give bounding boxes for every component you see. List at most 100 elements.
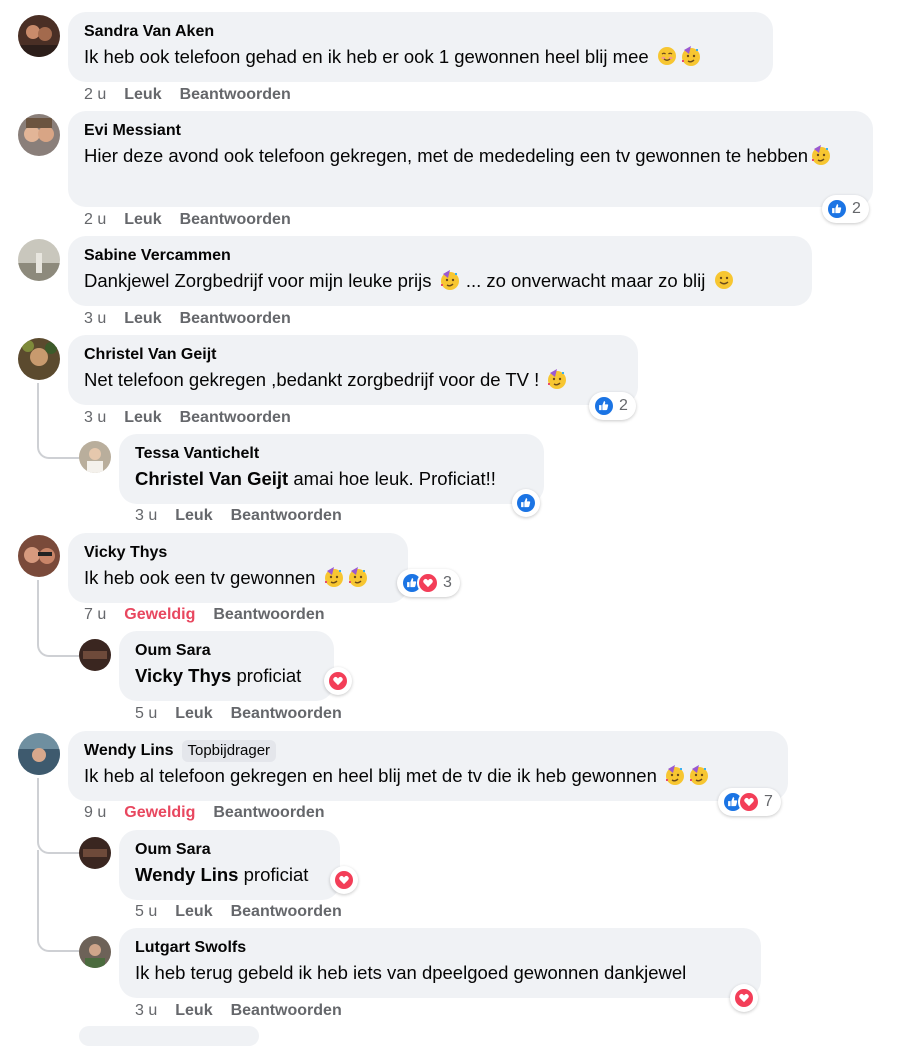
- commenter-name[interactable]: Sandra Van Aken: [84, 21, 757, 43]
- commenter-name[interactable]: Lutgart Swolfs: [135, 937, 745, 959]
- comment-bubble: Sabine Vercammen Dankjewel Zorgbedrijf v…: [68, 236, 812, 306]
- comment-bubble: Sandra Van Aken Ik heb ook telefoon geha…: [68, 12, 773, 82]
- party-face-icon: [811, 144, 831, 166]
- comment-meta: 3 u Leuk Beantwoorden: [84, 408, 309, 428]
- avatar[interactable]: [18, 15, 60, 57]
- status-badge: Topbijdrager: [181, 740, 277, 762]
- reply-action[interactable]: Beantwoorden: [180, 211, 291, 228]
- comment-text: Hier deze avond ook telefoon gekregen, m…: [84, 142, 857, 169]
- love-action[interactable]: Geweldig: [124, 804, 195, 821]
- reply-action[interactable]: Beantwoorden: [213, 606, 324, 623]
- reply-action[interactable]: Beantwoorden: [231, 705, 342, 722]
- commenter-name[interactable]: Sabine Vercammen: [84, 245, 796, 267]
- party-face-icon: [665, 764, 685, 786]
- timestamp[interactable]: 3 u: [84, 409, 106, 426]
- comment-bubble: Vicky Thys Ik heb ook een tv gewonnen: [68, 533, 408, 603]
- reply-bubble: Oum Sara Vicky Thys proficiat: [119, 631, 334, 701]
- love-action[interactable]: Geweldig: [124, 606, 195, 623]
- reply-action[interactable]: Beantwoorden: [180, 86, 291, 103]
- like-action[interactable]: Leuk: [124, 409, 161, 426]
- commenter-name[interactable]: Christel Van Geijt: [84, 344, 622, 366]
- comment-text: Net telefoon gekregen ,bedankt zorgbedri…: [84, 366, 622, 393]
- timestamp[interactable]: 3 u: [135, 507, 157, 524]
- like-action[interactable]: Leuk: [124, 86, 161, 103]
- like-action[interactable]: Leuk: [124, 310, 161, 327]
- love-reaction-icon: [327, 670, 349, 692]
- comment-text: Ik heb al telefoon gekregen en heel blij…: [84, 762, 772, 789]
- reply-action[interactable]: Beantwoorden: [180, 409, 291, 426]
- commenter-name[interactable]: Oum Sara: [135, 640, 318, 662]
- reply-action[interactable]: Beantwoorden: [180, 310, 291, 327]
- reaction-summary[interactable]: [512, 489, 540, 517]
- avatar[interactable]: [79, 837, 111, 869]
- commenter-name[interactable]: Oum Sara: [135, 839, 324, 861]
- commenter-name[interactable]: Tessa Vantichelt: [135, 443, 528, 465]
- reply-bubble: Lutgart Swolfs Ik heb terug gebeld ik he…: [119, 928, 761, 998]
- like-action[interactable]: Leuk: [124, 211, 161, 228]
- avatar[interactable]: [79, 441, 111, 473]
- reaction-summary[interactable]: 2: [822, 195, 869, 223]
- party-face-icon: [681, 45, 701, 67]
- smiling-face-icon: [713, 270, 734, 290]
- comment-meta: 5 u Leuk Beantwoorden: [135, 704, 360, 724]
- avatar[interactable]: [79, 936, 111, 968]
- like-action[interactable]: Leuk: [175, 507, 212, 524]
- reply-action[interactable]: Beantwoorden: [231, 1002, 342, 1019]
- timestamp[interactable]: 5 u: [135, 903, 157, 920]
- party-face-icon: [689, 764, 709, 786]
- reply-action[interactable]: Beantwoorden: [213, 804, 324, 821]
- timestamp[interactable]: 3 u: [84, 310, 106, 327]
- party-face-icon: [547, 368, 568, 390]
- reaction-summary[interactable]: [730, 984, 758, 1012]
- like-action[interactable]: Leuk: [175, 903, 212, 920]
- smiling-face-icon: [657, 46, 677, 66]
- comment-meta: 7 u Geweldig Beantwoorden: [84, 605, 343, 625]
- avatar[interactable]: [18, 338, 60, 380]
- timestamp[interactable]: 2 u: [84, 86, 106, 103]
- mention-link[interactable]: Christel Van Geijt: [135, 468, 288, 489]
- reply-action[interactable]: Beantwoorden: [231, 903, 342, 920]
- comment-text: Christel Van Geijt amai hoe leuk. Profic…: [135, 468, 496, 489]
- comment-text: Ik heb terug gebeld ik heb iets van dpee…: [135, 962, 687, 983]
- party-face-icon: [347, 566, 368, 588]
- avatar[interactable]: [18, 239, 60, 281]
- comment-text: Wendy Lins proficiat: [135, 864, 309, 885]
- comment-text: Ik heb ook telefoon gehad en ik heb er o…: [84, 43, 757, 70]
- mention-link[interactable]: Wendy Lins: [135, 864, 238, 885]
- reaction-summary[interactable]: [330, 866, 358, 894]
- reply-bubble: [79, 1026, 259, 1046]
- reaction-summary[interactable]: 7: [718, 788, 781, 816]
- comment-text: Dankjewel Zorgbedrijf voor mijn leuke pr…: [84, 267, 796, 294]
- comment-meta: 9 u Geweldig Beantwoorden: [84, 803, 343, 823]
- avatar[interactable]: [18, 535, 60, 577]
- like-action[interactable]: Leuk: [175, 1002, 212, 1019]
- reaction-summary[interactable]: [324, 667, 352, 695]
- comment-meta: 3 u Leuk Beantwoorden: [135, 1001, 360, 1021]
- comment-meta: 2 u Leuk Beantwoorden: [84, 210, 309, 230]
- reply-action[interactable]: Beantwoorden: [231, 507, 342, 524]
- reaction-summary[interactable]: 3: [397, 569, 460, 597]
- timestamp[interactable]: 9 u: [84, 804, 106, 821]
- party-face-icon: [323, 566, 344, 588]
- avatar[interactable]: [18, 114, 60, 156]
- commenter-name[interactable]: Vicky Thys: [84, 542, 392, 564]
- commenter-name[interactable]: Evi Messiant: [84, 120, 857, 142]
- thread-line: [37, 850, 81, 952]
- love-reaction-icon: [738, 791, 760, 813]
- reaction-summary[interactable]: 2: [589, 392, 636, 420]
- comment-meta: 5 u Leuk Beantwoorden: [135, 902, 360, 922]
- party-face-icon: [439, 269, 460, 291]
- timestamp[interactable]: 5 u: [135, 705, 157, 722]
- timestamp[interactable]: 7 u: [84, 606, 106, 623]
- mention-link[interactable]: Vicky Thys: [135, 665, 231, 686]
- love-reaction-icon: [417, 572, 439, 594]
- timestamp[interactable]: 2 u: [84, 211, 106, 228]
- comment-meta: 2 u Leuk Beantwoorden: [84, 85, 309, 105]
- timestamp[interactable]: 3 u: [135, 1002, 157, 1019]
- like-reaction-icon: [593, 395, 615, 417]
- avatar[interactable]: [79, 639, 111, 671]
- like-reaction-icon: [826, 198, 848, 220]
- avatar[interactable]: [18, 733, 60, 775]
- like-action[interactable]: Leuk: [175, 705, 212, 722]
- reply-bubble: Tessa Vantichelt Christel Van Geijt amai…: [119, 434, 544, 504]
